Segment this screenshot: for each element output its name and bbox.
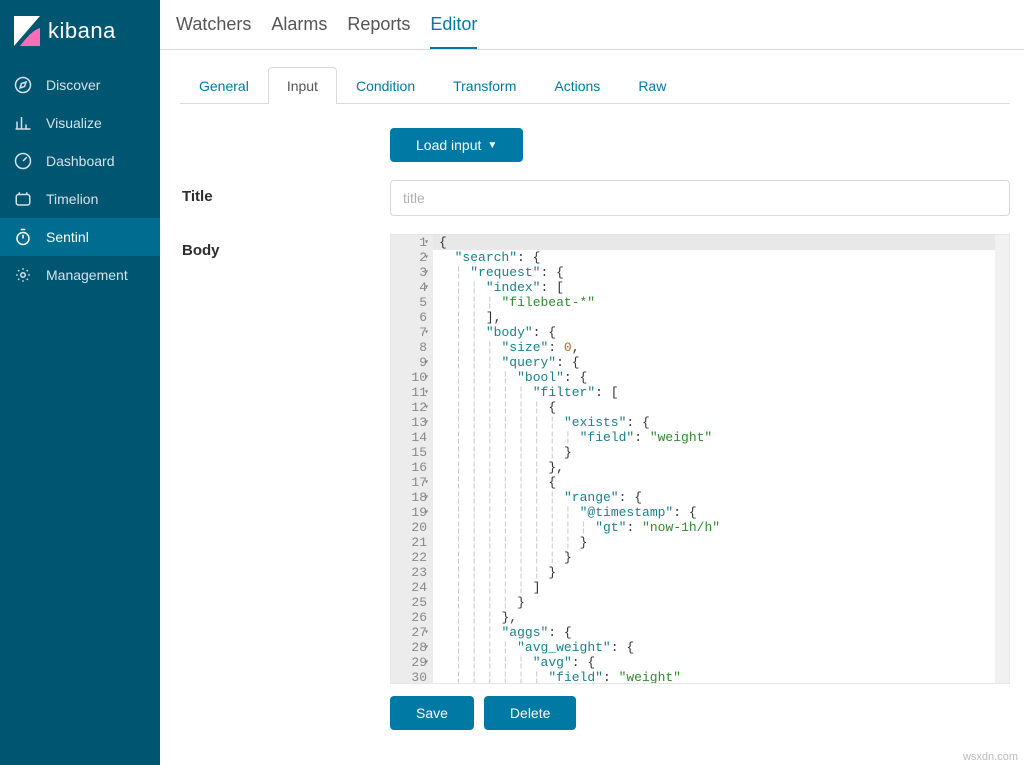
title-input[interactable] [390, 180, 1010, 216]
brand: kibana [0, 0, 160, 66]
tab-bar: GeneralInputConditionTransformActionsRaw [180, 66, 1010, 104]
topnav-alarms[interactable]: Alarms [271, 14, 327, 49]
sidebar: kibana Discover Visualize Dashboard Timelio… [0, 0, 160, 765]
title-label: Title [174, 180, 390, 205]
topnav-watchers[interactable]: Watchers [176, 14, 251, 49]
gear-icon [14, 266, 32, 284]
sidebar-item-sentinl[interactable]: Sentinl [0, 218, 160, 256]
sidebar-item-label: Management [46, 267, 128, 283]
editor-code[interactable]: { "search": { ¦ "request": { ¦ ¦ "index"… [433, 235, 995, 683]
compass-icon [14, 76, 32, 94]
timelion-icon [14, 190, 32, 208]
sidebar-item-visualize[interactable]: Visualize [0, 104, 160, 142]
sidebar-item-label: Sentinl [46, 229, 89, 245]
editor-scrollbar[interactable] [995, 235, 1009, 683]
delete-button[interactable]: Delete [484, 696, 576, 730]
sidebar-item-dashboard[interactable]: Dashboard [0, 142, 160, 180]
barchart-icon [14, 114, 32, 132]
sidebar-item-label: Dashboard [46, 153, 115, 169]
load-input-label: Load input [416, 137, 481, 153]
top-nav: Watchers Alarms Reports Editor [160, 0, 1024, 50]
topnav-editor[interactable]: Editor [430, 14, 477, 49]
sidebar-item-label: Discover [46, 77, 100, 93]
kibana-logo-icon [14, 16, 40, 46]
watermark: wsxdn.com [963, 751, 1018, 763]
main: Watchers Alarms Reports Editor GeneralInput… [160, 0, 1024, 765]
sidebar-item-label: Visualize [46, 115, 102, 131]
tab-input[interactable]: Input [268, 67, 337, 104]
sidebar-item-timelion[interactable]: Timelion [0, 180, 160, 218]
editor-gutter: 1234567891011121314151617181920212223242… [391, 235, 433, 683]
topnav-reports[interactable]: Reports [347, 14, 410, 49]
tab-condition[interactable]: Condition [337, 67, 434, 104]
tab-general[interactable]: General [180, 67, 268, 104]
load-input-button[interactable]: Load input ▼ [390, 128, 523, 162]
sidebar-item-discover[interactable]: Discover [0, 66, 160, 104]
brand-name: kibana [48, 18, 116, 44]
tab-actions[interactable]: Actions [535, 67, 619, 104]
content: GeneralInputConditionTransformActionsRaw… [160, 50, 1024, 765]
code-editor[interactable]: 1234567891011121314151617181920212223242… [390, 234, 1010, 684]
tab-transform[interactable]: Transform [434, 67, 535, 104]
stopwatch-icon [14, 228, 32, 246]
sidebar-item-label: Timelion [46, 191, 98, 207]
gauge-icon [14, 152, 32, 170]
caret-down-icon: ▼ [487, 140, 497, 151]
save-button[interactable]: Save [390, 696, 474, 730]
sidebar-item-management[interactable]: Management [0, 256, 160, 294]
tab-raw[interactable]: Raw [619, 67, 685, 104]
body-label: Body [174, 234, 390, 259]
